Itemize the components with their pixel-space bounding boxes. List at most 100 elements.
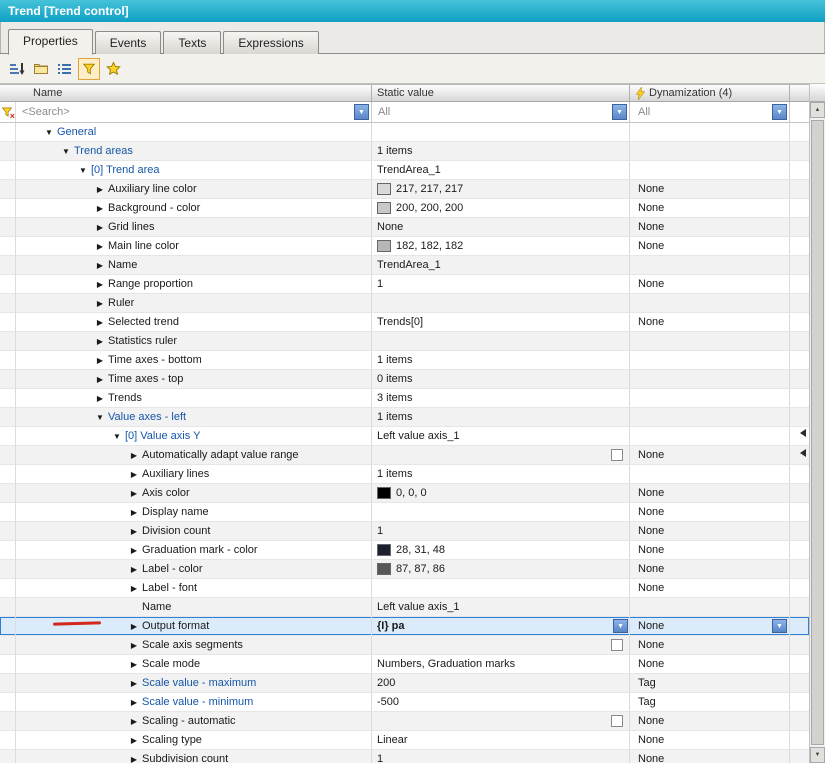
checkbox[interactable]	[611, 449, 623, 461]
property-row[interactable]: ▶Scale axis segmentsNone	[0, 636, 809, 655]
property-row[interactable]: ▶Subdivision count1None	[0, 750, 809, 763]
expander-icon[interactable]: ▶	[95, 352, 105, 369]
row-scroll-left-marker[interactable]	[800, 429, 806, 437]
expander-icon[interactable]: ▶	[129, 561, 139, 578]
expander-icon[interactable]: ▶	[95, 333, 105, 350]
property-row[interactable]: ▶Time axes - top0 items	[0, 370, 809, 389]
static-value-filter[interactable]: All ▼	[372, 102, 630, 122]
expander-icon[interactable]: ▶	[129, 732, 139, 749]
color-swatch[interactable]	[377, 487, 391, 499]
favorites-icon[interactable]	[102, 58, 124, 80]
package-icon[interactable]	[30, 58, 52, 80]
property-row[interactable]: ▶Time axes - bottom1 items	[0, 351, 809, 370]
dropdown-button[interactable]: ▼	[613, 619, 628, 633]
tab-events[interactable]: Events	[95, 31, 162, 54]
property-row[interactable]: ▼Value axes - left1 items	[0, 408, 809, 427]
column-header-name[interactable]: Name	[0, 85, 372, 101]
property-row[interactable]: ▶Label - color87, 87, 86None	[0, 560, 809, 579]
expander-icon[interactable]: ▶	[129, 466, 139, 483]
property-row[interactable]: ▶Graduation mark - color28, 31, 48None	[0, 541, 809, 560]
expander-icon[interactable]: ▶	[129, 694, 139, 711]
expander-icon[interactable]: ▼	[78, 162, 88, 179]
expander-icon[interactable]: ▶	[129, 618, 139, 635]
property-row[interactable]: ▶Label - fontNone	[0, 579, 809, 598]
property-row[interactable]: ▶Auxiliary line color217, 217, 217None	[0, 180, 809, 199]
expander-icon[interactable]: ▶	[129, 485, 139, 502]
expander-icon[interactable]: ▶	[129, 751, 139, 763]
property-row[interactable]: ▶Statistics ruler	[0, 332, 809, 351]
checkbox[interactable]	[611, 639, 623, 651]
dynamization-filter-dropdown-button[interactable]: ▼	[772, 104, 787, 120]
property-row[interactable]: ▶Scaling typeLinearNone	[0, 731, 809, 750]
expander-icon[interactable]: ▶	[95, 181, 105, 198]
expander-icon[interactable]: ▶	[95, 276, 105, 293]
dropdown-button[interactable]: ▼	[772, 619, 787, 633]
property-row[interactable]: ▶Division count1None	[0, 522, 809, 541]
static-filter-dropdown-button[interactable]: ▼	[612, 104, 627, 120]
expander-icon[interactable]: ▶	[95, 238, 105, 255]
expander-icon[interactable]: ▶	[129, 447, 139, 464]
property-row[interactable]: ▶Scale value - minimum-500Tag	[0, 693, 809, 712]
property-row[interactable]: ▶Display nameNone	[0, 503, 809, 522]
search-input[interactable]: <Search> ▼	[16, 102, 372, 122]
scroll-down-button[interactable]: ▼	[810, 747, 825, 763]
property-row[interactable]: ▼General	[0, 123, 809, 142]
expander-icon[interactable]: ▶	[95, 219, 105, 236]
property-row[interactable]: ▶Automatically adapt value rangeNone	[0, 446, 809, 465]
expander-icon[interactable]: ▼	[44, 124, 54, 141]
column-header-dynamization[interactable]: Dynamization (4)	[630, 85, 790, 101]
search-dropdown-button[interactable]: ▼	[354, 104, 369, 120]
column-header-static-value[interactable]: Static value	[372, 85, 630, 101]
expander-icon[interactable]: ▶	[95, 295, 105, 312]
property-row[interactable]: ▶Main line color182, 182, 182None	[0, 237, 809, 256]
color-swatch[interactable]	[377, 563, 391, 575]
expander-icon[interactable]: ▶	[129, 523, 139, 540]
expander-icon[interactable]: ▶	[129, 713, 139, 730]
expander-icon[interactable]: ▼	[61, 143, 71, 160]
property-row[interactable]: ▶Range proportion1None	[0, 275, 809, 294]
expander-icon[interactable]: ▶	[95, 314, 105, 331]
expander-icon[interactable]: ▼	[112, 428, 122, 445]
row-scroll-left-marker[interactable]	[800, 449, 806, 457]
scrollbar-track[interactable]	[810, 118, 825, 747]
expander-icon[interactable]: ▶	[129, 656, 139, 673]
property-row[interactable]: ▶Scale value - maximum200Tag	[0, 674, 809, 693]
property-row[interactable]: ▶NameTrendArea_1	[0, 256, 809, 275]
checkbox[interactable]	[611, 715, 623, 727]
filter-icon[interactable]	[78, 58, 100, 80]
property-row[interactable]: ▶Grid linesNoneNone	[0, 218, 809, 237]
scroll-up-button[interactable]: ▲	[810, 102, 825, 118]
dynamization-filter[interactable]: All ▼	[630, 102, 790, 122]
expander-icon[interactable]: ▶	[95, 200, 105, 217]
property-row[interactable]: ▼Trend areas1 items	[0, 142, 809, 161]
property-row[interactable]: ▶Selected trendTrends[0]None	[0, 313, 809, 332]
color-swatch[interactable]	[377, 183, 391, 195]
property-row[interactable]: ▶Scaling - automaticNone	[0, 712, 809, 731]
expander-icon[interactable]: ▶	[129, 580, 139, 597]
property-row[interactable]: ▶Scale modeNumbers, Graduation marksNone	[0, 655, 809, 674]
expander-icon[interactable]: ▶	[95, 257, 105, 274]
expander-icon[interactable]: ▶	[129, 675, 139, 692]
tab-texts[interactable]: Texts	[163, 31, 221, 54]
scrollbar-thumb[interactable]	[811, 120, 824, 745]
color-swatch[interactable]	[377, 544, 391, 556]
tab-expressions[interactable]: Expressions	[223, 31, 318, 54]
property-row[interactable]: ▶Background - color200, 200, 200None	[0, 199, 809, 218]
tab-properties[interactable]: Properties	[8, 29, 93, 55]
property-row[interactable]: NameLeft value axis_1	[0, 598, 809, 617]
property-row[interactable]: ▶Axis color0, 0, 0None	[0, 484, 809, 503]
expander-icon[interactable]: ▶	[129, 637, 139, 654]
sort-order-icon[interactable]	[6, 58, 28, 80]
expander-icon[interactable]: ▶	[129, 542, 139, 559]
color-swatch[interactable]	[377, 240, 391, 252]
list-view-icon[interactable]	[54, 58, 76, 80]
property-row[interactable]: ▶Ruler	[0, 294, 809, 313]
property-row[interactable]: ▼[0] Trend areaTrendArea_1	[0, 161, 809, 180]
property-row[interactable]: ▶Trends3 items	[0, 389, 809, 408]
property-row[interactable]: ▶Auxiliary lines1 items	[0, 465, 809, 484]
color-swatch[interactable]	[377, 202, 391, 214]
expander-icon[interactable]: ▶	[129, 504, 139, 521]
expander-icon[interactable]: ▶	[95, 371, 105, 388]
property-row[interactable]: ▼[0] Value axis YLeft value axis_1	[0, 427, 809, 446]
property-row[interactable]: ▶Output format{I} pa▼None▼	[0, 617, 809, 636]
